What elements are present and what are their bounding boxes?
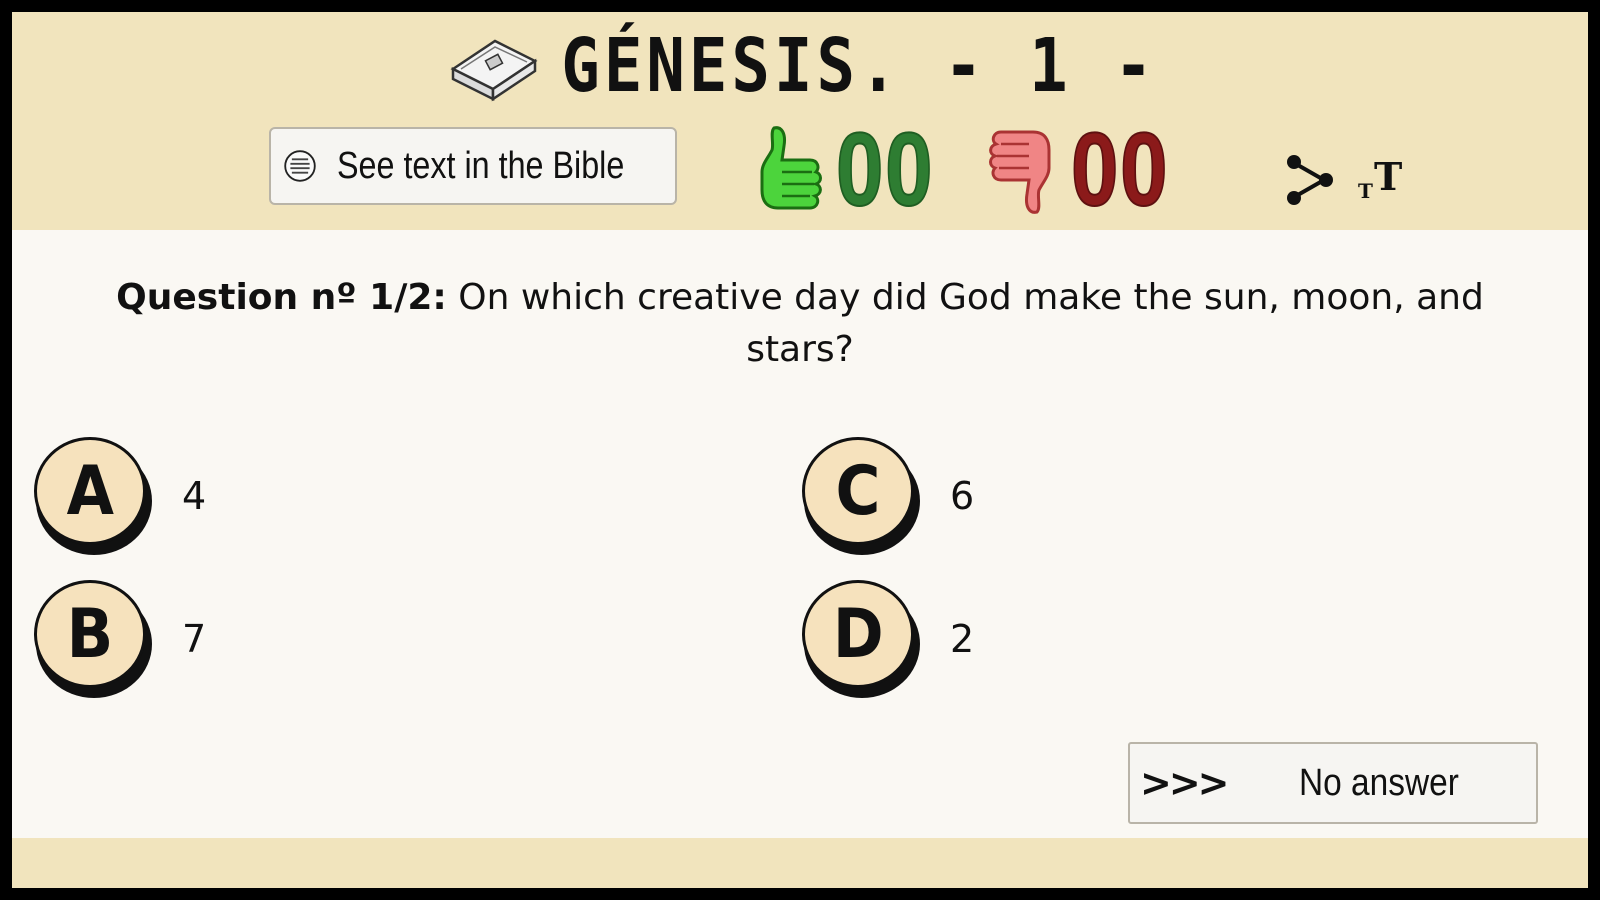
question-number: Question nº 1/2: xyxy=(116,277,447,318)
option-value: 4 xyxy=(182,474,207,518)
no-answer-button[interactable]: >>> No answer xyxy=(1128,742,1538,824)
next-arrows-icon: >>> xyxy=(1140,761,1230,805)
option-badge[interactable]: C xyxy=(802,437,920,555)
header: GÉNESIS. - 1 - See text in the Bible 00 xyxy=(12,12,1588,230)
badge-face: B xyxy=(34,580,146,688)
wrong-score: 00 xyxy=(987,112,1191,228)
see-bible-text-label: See text in the Bible xyxy=(337,144,625,187)
answer-option-a[interactable]: A 4 xyxy=(34,437,206,555)
option-value: 2 xyxy=(950,617,975,661)
question-text: Question nº 1/2: On which creative day d… xyxy=(72,272,1528,376)
badge-face: A xyxy=(34,437,146,545)
option-value: 6 xyxy=(950,474,975,518)
option-badge[interactable]: D xyxy=(802,580,920,698)
answer-option-b[interactable]: B 7 xyxy=(34,580,206,698)
app-screen: GÉNESIS. - 1 - See text in the Bible 00 xyxy=(12,12,1588,888)
thumbs-down-icon xyxy=(989,130,1051,214)
option-letter: C xyxy=(835,451,881,531)
option-badge[interactable]: B xyxy=(34,580,152,698)
correct-count: 00 xyxy=(835,112,935,228)
svg-text:T: T xyxy=(1374,154,1402,199)
see-bible-text-button[interactable]: See text in the Bible xyxy=(269,127,677,205)
answer-option-d[interactable]: D 2 xyxy=(802,580,974,698)
wrong-count: 00 xyxy=(1070,112,1170,228)
thumbs-up-icon xyxy=(760,126,822,210)
option-letter: A xyxy=(66,451,114,531)
answer-option-c[interactable]: C 6 xyxy=(802,437,974,555)
title-row: GÉNESIS. - 1 - xyxy=(12,22,1588,112)
no-answer-label: No answer xyxy=(1298,761,1459,804)
svg-text:T: T xyxy=(1358,179,1373,203)
share-icon[interactable] xyxy=(1284,152,1334,208)
option-badge[interactable]: A xyxy=(34,437,152,555)
question-body: On which creative day did God make the s… xyxy=(446,277,1484,370)
badge-face: D xyxy=(802,580,914,688)
correct-score: 00 xyxy=(752,112,956,228)
badge-face: C xyxy=(802,437,914,545)
option-letter: B xyxy=(66,594,114,674)
font-size-icon[interactable]: T T xyxy=(1354,154,1414,204)
option-letter: D xyxy=(832,594,884,674)
option-value: 7 xyxy=(182,617,207,661)
page-title: GÉNESIS. - 1 - xyxy=(561,24,1157,110)
book-icon xyxy=(450,39,538,102)
list-icon xyxy=(284,150,316,182)
footer-bar xyxy=(12,838,1588,888)
